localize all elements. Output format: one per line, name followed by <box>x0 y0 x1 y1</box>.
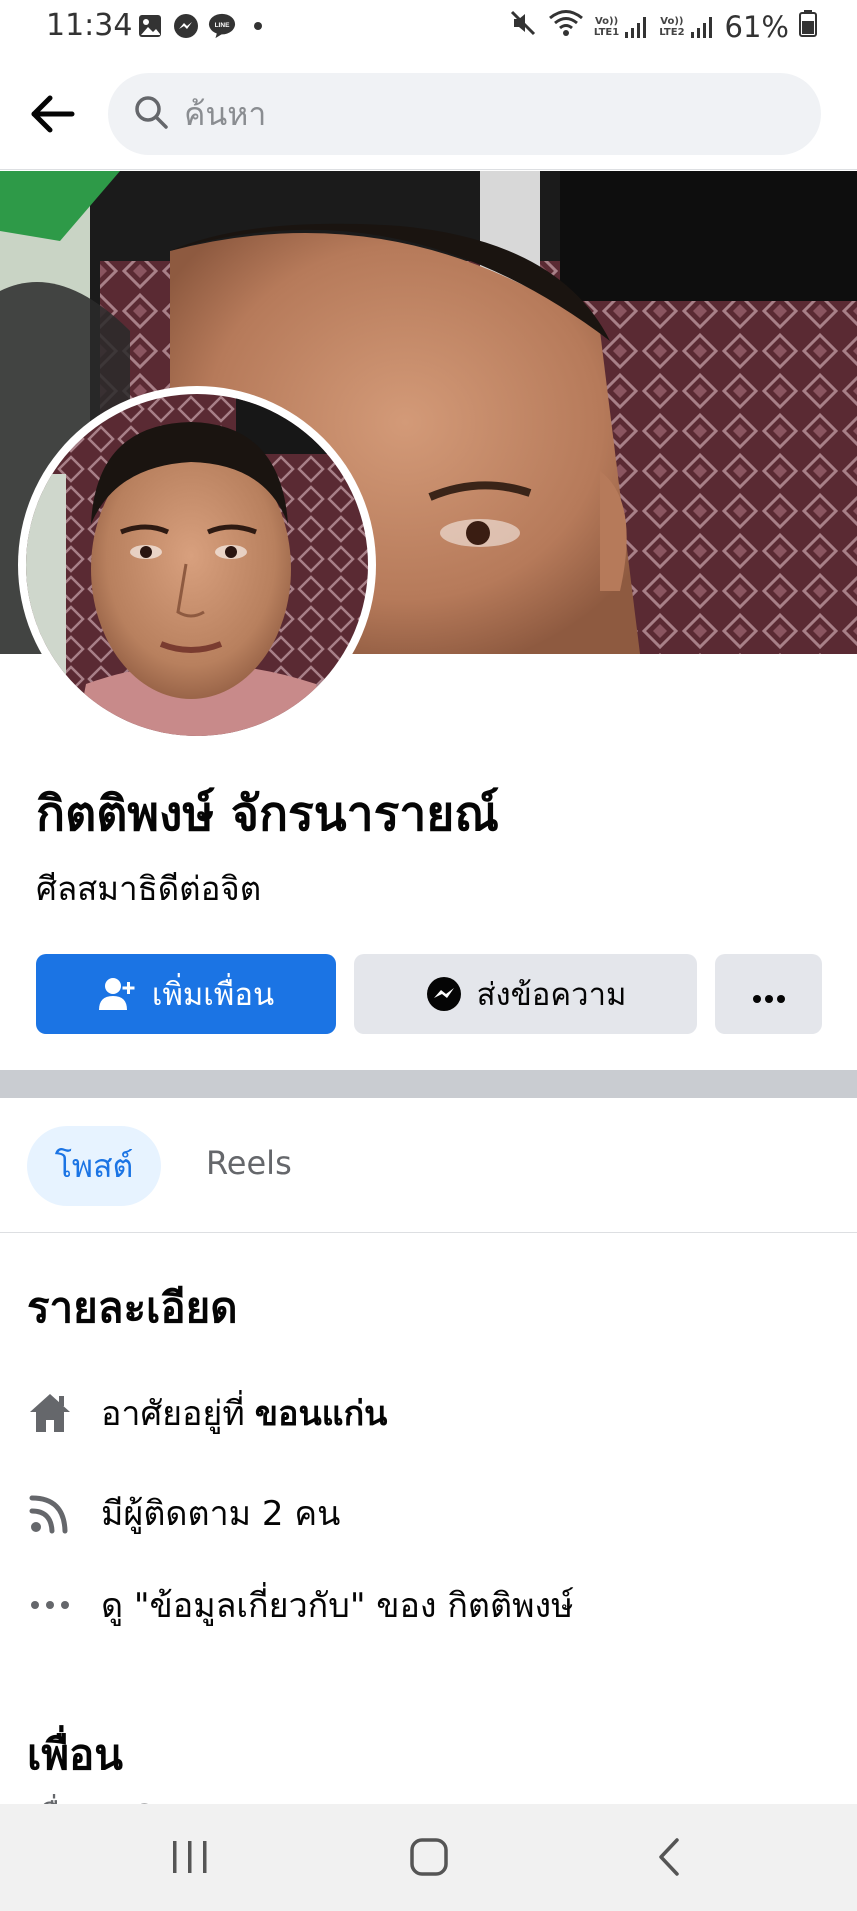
add-friend-icon <box>98 976 138 1012</box>
signal-bars-2-icon <box>690 16 712 38</box>
recent-apps-button[interactable] <box>160 1832 220 1882</box>
add-friend-label: เพิ่มเพื่อน <box>151 977 275 1013</box>
recent-apps-icon <box>173 1841 207 1873</box>
tab-posts[interactable]: โพสต์ <box>27 1126 161 1206</box>
chevron-left-icon <box>659 1838 679 1876</box>
detail-lives-in: อาศัยอยู่ที่ ขอนแก่น <box>27 1386 387 1440</box>
tab-reels[interactable]: Reels <box>206 1144 292 1182</box>
system-nav-bar <box>0 1804 857 1911</box>
detail-followers[interactable]: มีผู้ติดตาม 2 คน <box>27 1486 340 1540</box>
sim2-label: LTE2 <box>659 26 685 38</box>
wifi-icon <box>548 8 584 45</box>
search-header: ค้นหา <box>0 56 857 170</box>
messenger-icon <box>172 12 200 40</box>
about-link-text: ดู "ข้อมูลเกี่ยวกับ" ของ กิตติพงษ์ <box>101 1586 574 1626</box>
volte2-label: Vo)) <box>660 15 684 27</box>
search-input[interactable]: ค้นหา <box>108 73 821 155</box>
battery-icon <box>799 9 817 44</box>
notification-icons: LINE <box>136 12 272 40</box>
system-back-button[interactable] <box>640 1832 700 1882</box>
friends-heading: เพื่อน <box>27 1730 123 1779</box>
section-divider <box>0 1070 857 1098</box>
detail-about-link[interactable]: ดู "ข้อมูลเกี่ยวกับ" ของ กิตติพงษ์ <box>27 1578 574 1632</box>
sim1-label: LTE1 <box>593 26 620 38</box>
add-friend-button[interactable]: เพิ่มเพื่อน <box>36 954 336 1034</box>
more-dots-icon <box>27 1582 73 1628</box>
rss-feed-icon <box>27 1490 73 1536</box>
home-square-icon <box>410 1838 448 1876</box>
message-label: ส่งข้อความ <box>476 977 627 1013</box>
battery-percent: 61% <box>724 9 789 44</box>
line-icon: LINE <box>208 12 236 40</box>
back-arrow-icon <box>31 95 75 133</box>
home-button[interactable] <box>399 1832 459 1882</box>
volte1-label: Vo)) <box>594 15 619 27</box>
profile-name: กิตติพงษ์ จักรนารายณ์ <box>36 786 499 842</box>
messenger-icon <box>425 975 463 1013</box>
profile-bio: ศีลสมาธิดีต่อจิต <box>36 869 262 908</box>
search-placeholder: ค้นหา <box>184 94 267 133</box>
signal-bars-1-icon <box>625 16 647 38</box>
home-icon <box>27 1390 73 1436</box>
more-dots-icon <box>752 976 786 1012</box>
message-button[interactable]: ส่งข้อความ <box>354 954 697 1034</box>
details-heading: รายละเอียด <box>27 1283 238 1332</box>
lives-in-city[interactable]: ขอนแก่น <box>255 1386 388 1440</box>
sim1-signal: Vo)) LTE1 <box>594 14 649 40</box>
line-label: LINE <box>215 22 230 29</box>
lives-in-prefix: อาศัยอยู่ที่ <box>101 1394 245 1434</box>
profile-photo[interactable] <box>18 386 376 744</box>
status-time: 11:34 <box>46 8 133 43</box>
more-options-button[interactable] <box>715 954 822 1034</box>
profile-page: 11:34 LINE Vo)) LTE1 Vo)) LTE2 61% ค้นหา… <box>0 0 857 1911</box>
back-button[interactable] <box>24 86 80 142</box>
mute-icon <box>508 8 538 45</box>
status-bar: 11:34 LINE Vo)) LTE1 Vo)) LTE2 61% <box>0 0 857 56</box>
followers-text: มีผู้ติดตาม 2 คน <box>101 1494 341 1534</box>
search-icon <box>132 93 170 135</box>
sim2-signal: Vo)) LTE2 <box>659 14 714 40</box>
gallery-icon <box>136 12 164 40</box>
profile-tabs: โพสต์ Reels <box>0 1098 857 1233</box>
dot-icon <box>244 12 272 40</box>
system-status: Vo)) LTE1 Vo)) LTE2 61% <box>508 8 817 45</box>
profile-picture-image <box>26 394 368 736</box>
